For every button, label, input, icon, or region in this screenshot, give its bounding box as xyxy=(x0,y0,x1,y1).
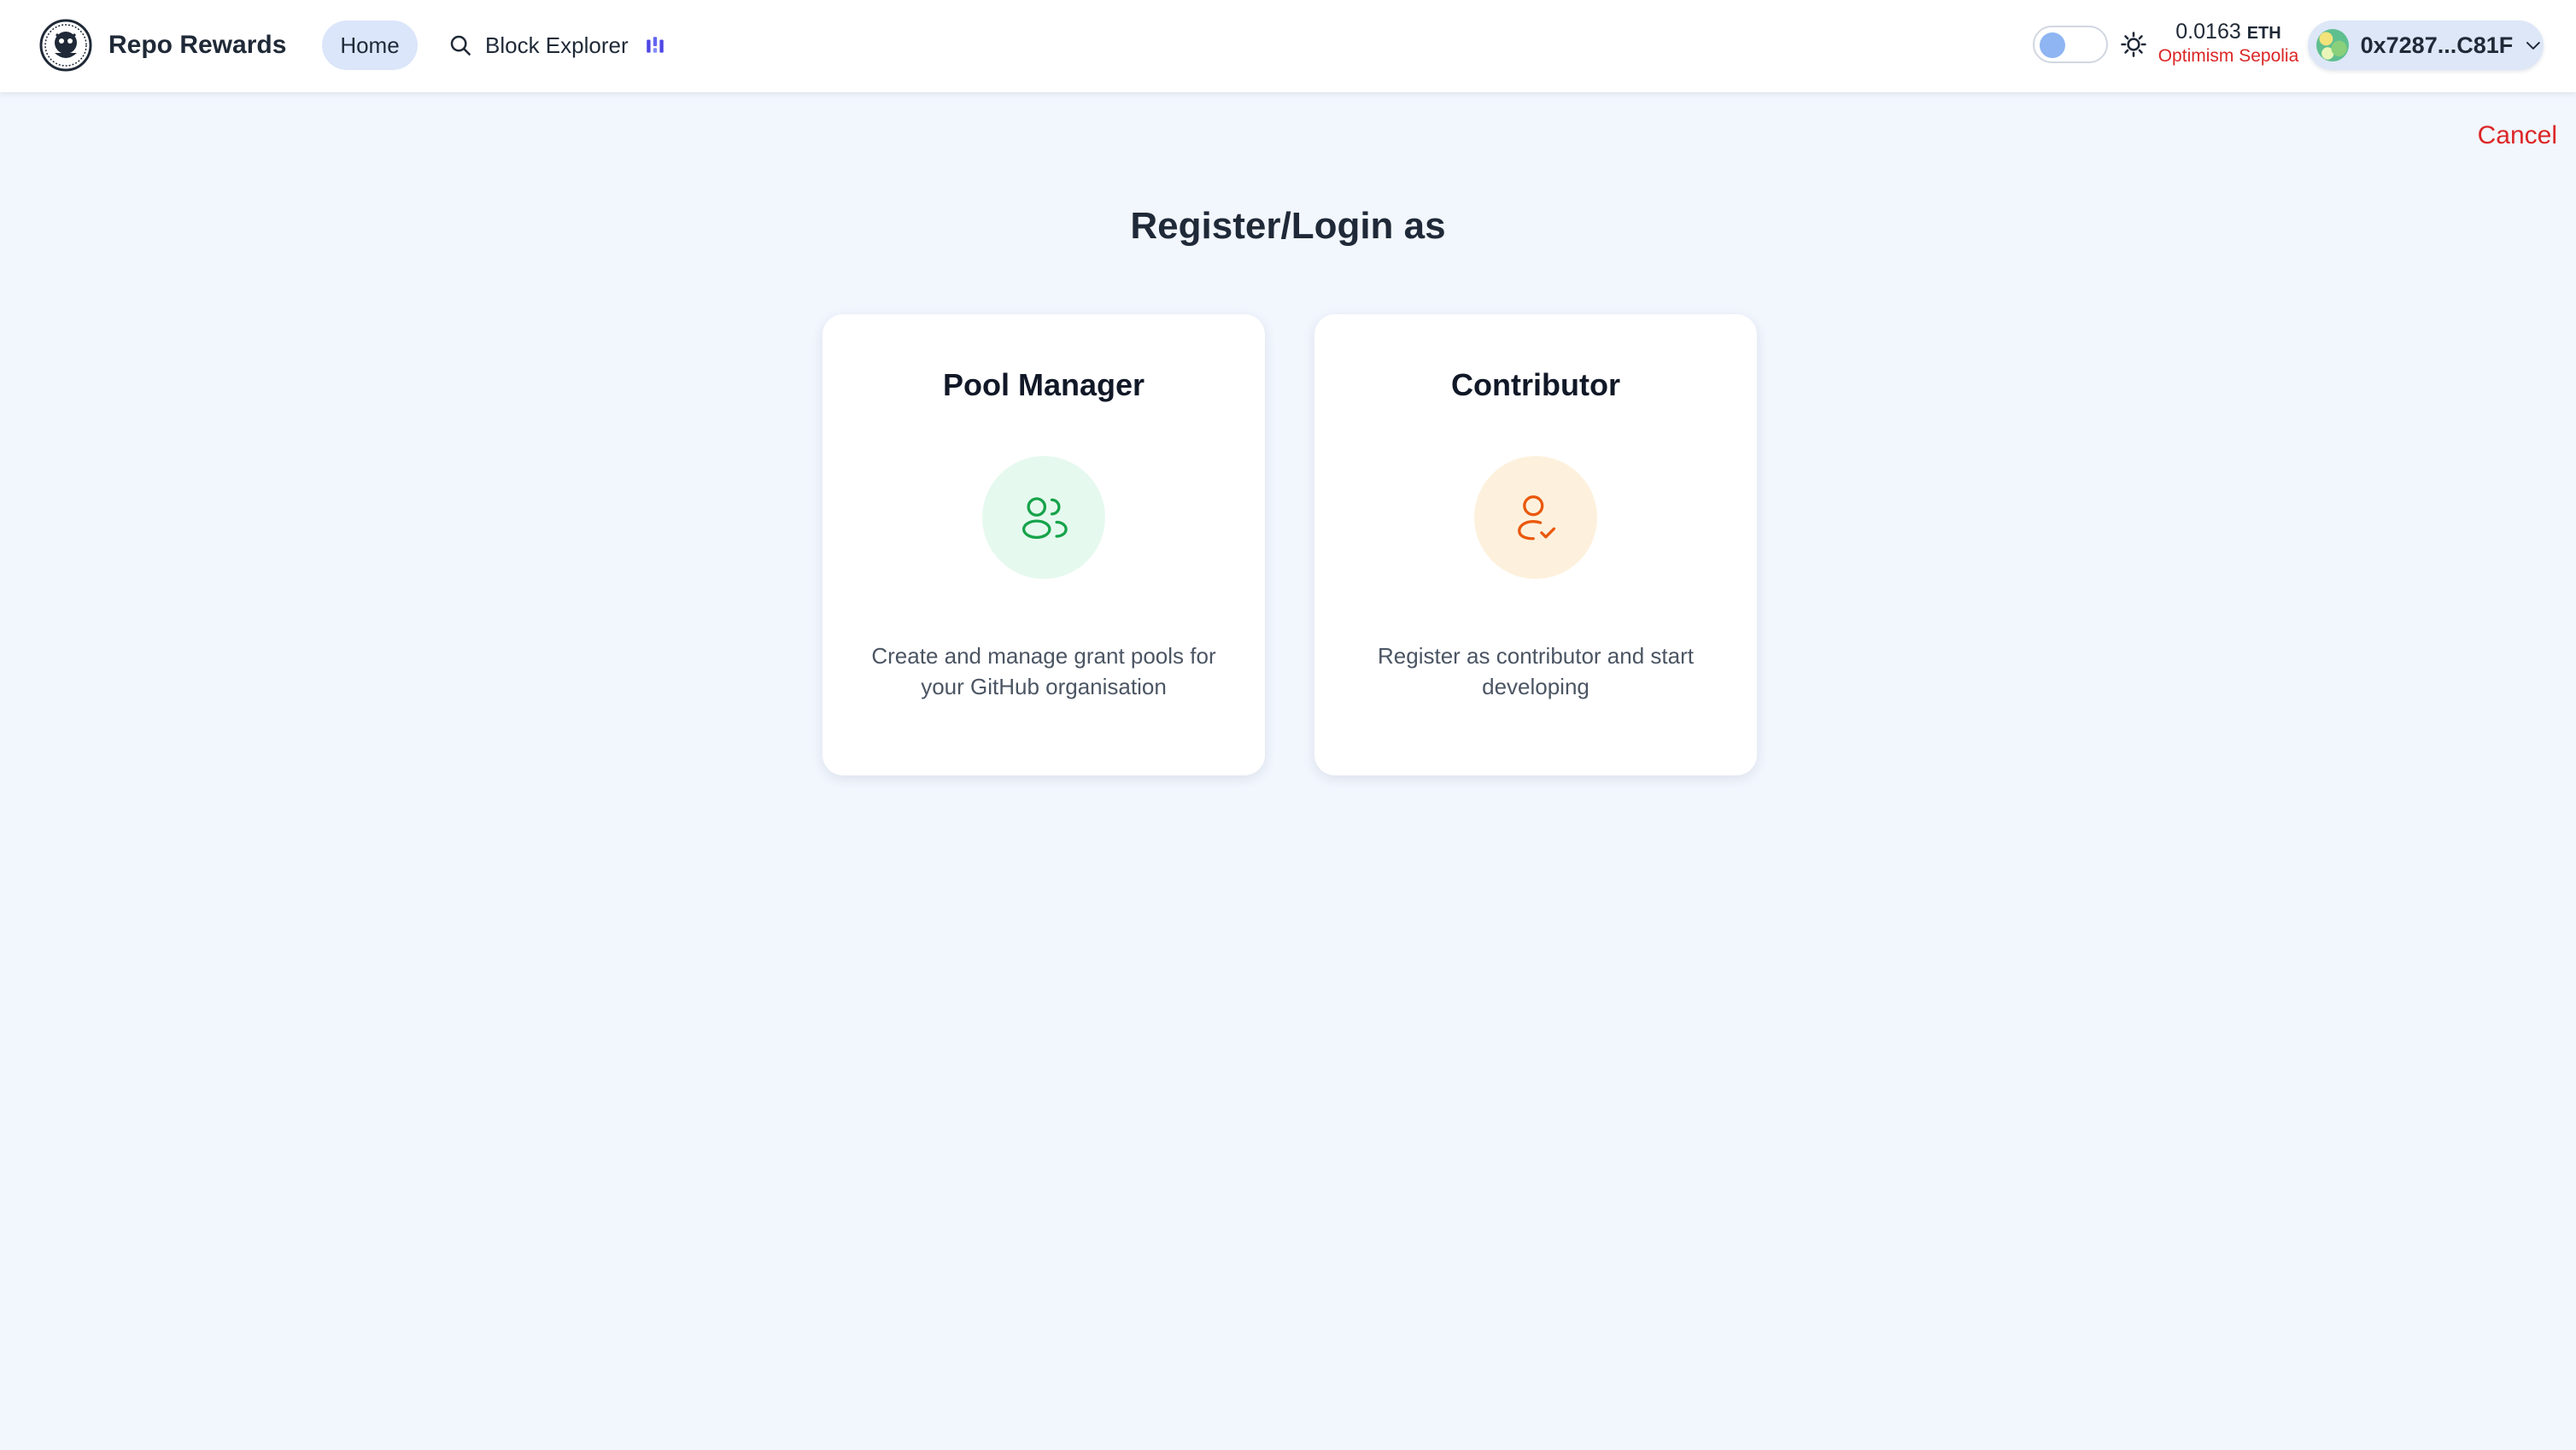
card-title: Contributor xyxy=(1451,367,1620,402)
pool-manager-card[interactable]: Pool Manager Create and manage grant poo… xyxy=(823,314,1265,775)
nav-home-button[interactable]: Home xyxy=(322,20,418,70)
top-navbar: Repo Rewards Home Block Explorer 0.0163 … xyxy=(0,0,2576,92)
nav-block-explorer-link[interactable]: Block Explorer xyxy=(448,20,666,70)
user-check-icon xyxy=(1518,495,1556,541)
theme-toggle[interactable] xyxy=(2033,26,2108,63)
sun-icon[interactable] xyxy=(2119,30,2148,59)
network-name: Optimism Sepolia xyxy=(2157,46,2299,66)
search-icon xyxy=(450,35,471,56)
contributor-card[interactable]: Contributor Register as contributor and … xyxy=(1314,314,1757,775)
repo-rewards-logo-icon[interactable] xyxy=(39,19,92,72)
brand-name[interactable]: Repo Rewards xyxy=(108,28,286,62)
account-button[interactable]: 0x7287...C81F xyxy=(2308,20,2544,70)
cancel-button[interactable]: Cancel xyxy=(2478,121,2557,150)
chevron-down-icon xyxy=(2526,42,2541,50)
account-avatar xyxy=(2316,29,2349,61)
users-icon xyxy=(1022,497,1068,540)
block-explorer-logo-icon xyxy=(646,37,664,53)
balance-unit: ETH xyxy=(2246,24,2281,43)
nav-block-explorer-label: Block Explorer xyxy=(485,32,629,58)
card-description: Create and manage grant pools for your G… xyxy=(871,643,1216,699)
account-address: 0x7287...C81F xyxy=(2360,32,2514,58)
card-icon-badge xyxy=(982,456,1105,579)
card-description: Register as contributor and start develo… xyxy=(1378,643,1694,699)
page-title: Register/Login as xyxy=(1130,205,1446,247)
theme-toggle-knob xyxy=(2040,32,2065,58)
card-title: Pool Manager xyxy=(942,367,1145,402)
card-icon-badge xyxy=(1474,456,1597,579)
balance-amount: 0.0163 xyxy=(2175,20,2241,44)
wallet-balance: 0.0163 ETH Optimism Sepolia xyxy=(2152,19,2304,67)
